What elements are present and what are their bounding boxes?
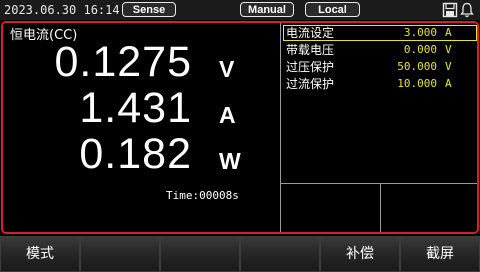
param-row-overvoltage-protection[interactable]: 过压保护 50.000 V [283, 59, 477, 75]
panel-divider [280, 23, 281, 232]
param-label: 带载电压 [286, 43, 335, 57]
softkey-3[interactable] [160, 236, 240, 272]
param-value: 0.000 [403, 43, 437, 56]
softkey-4[interactable] [240, 236, 320, 272]
voltage-unit: V [219, 56, 235, 82]
elapsed-time: Time:00008s [166, 189, 239, 202]
param-value: 10.000 [397, 77, 437, 90]
softkey-bar: 模式 补偿 截屏 [0, 236, 480, 272]
softkey-compensation[interactable]: 补偿 [320, 236, 400, 272]
param-unit: V [445, 60, 452, 73]
param-label: 过压保护 [286, 60, 335, 74]
control-mode-indicator[interactable]: Manual [240, 2, 294, 17]
param-label: 过流保护 [286, 77, 335, 91]
param-value: 50.000 [397, 60, 437, 73]
param-row-load-voltage[interactable]: 带载电压 0.000 V [283, 42, 477, 58]
datetime-display: 2023.06.30 16:14 [4, 3, 120, 17]
param-row-overcurrent-protection[interactable]: 过流保护 10.000 A [283, 76, 477, 92]
save-icon[interactable] [442, 2, 458, 18]
panel-divider-lower [380, 184, 381, 232]
remote-state-indicator[interactable]: Local [305, 2, 360, 17]
param-label: 电流设定 [286, 26, 335, 40]
param-unit: A [445, 26, 452, 39]
softkey-2[interactable] [80, 236, 160, 272]
panel-divider-horizontal [281, 183, 477, 184]
status-bar: 2023.06.30 16:14 Sense Manual Local [0, 0, 480, 20]
power-unit: W [219, 148, 241, 174]
softkey-mode[interactable]: 模式 [0, 236, 80, 272]
current-unit: A [219, 102, 236, 128]
param-unit: V [445, 43, 452, 56]
param-unit: A [445, 77, 452, 90]
bell-icon[interactable] [459, 2, 475, 18]
voltage-reading: 0.1275 [54, 38, 192, 86]
power-reading: 0.182 [79, 130, 192, 178]
param-value: 3.000 [403, 26, 437, 39]
softkey-screenshot[interactable]: 截屏 [400, 236, 480, 272]
param-row-current-setting[interactable]: 电流设定 3.000 A [283, 25, 477, 41]
sense-indicator[interactable]: Sense [122, 2, 176, 17]
current-reading: 1.431 [79, 84, 192, 132]
